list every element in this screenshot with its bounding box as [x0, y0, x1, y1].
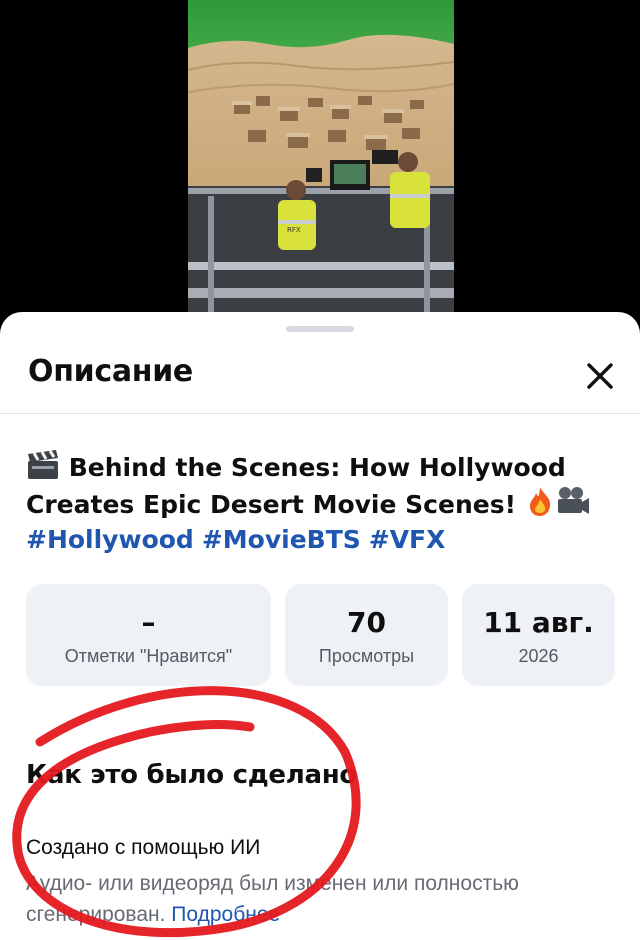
ai-disclosure-heading: Создано с помощью ИИ: [26, 836, 261, 859]
hashtag-link[interactable]: #MovieBTS: [202, 525, 361, 554]
video-player[interactable]: RFX: [0, 0, 640, 330]
stats-row: – Отметки "Нравится" 70 Просмотры 11 авг…: [26, 584, 616, 686]
video-thumbnail: RFX: [188, 0, 454, 312]
fire-icon: [529, 487, 550, 516]
sheet-header: Описание: [0, 340, 640, 414]
clapper-icon: [28, 450, 58, 479]
views-stat-card: 70 Просмотры: [285, 584, 448, 686]
likes-stat-card: – Отметки "Нравится": [26, 584, 271, 686]
date-stat-card: 11 авг. 2026: [462, 584, 615, 686]
likes-count: –: [141, 606, 156, 639]
views-label: Просмотры: [318, 646, 415, 666]
hashtag-link[interactable]: #VFX: [369, 525, 446, 554]
video-frame[interactable]: RFX: [188, 0, 454, 312]
camera-icon: [557, 487, 589, 514]
publish-date: 11 авг.: [483, 606, 594, 639]
publish-year: 2026: [518, 646, 559, 666]
hashtag-link[interactable]: #Hollywood: [26, 525, 194, 554]
video-title-text: Behind the Scenes: How Hollywood Creates…: [26, 453, 566, 519]
how-made-title: Как это было сделано: [26, 760, 357, 790]
sheet-drag-handle[interactable]: [286, 326, 354, 332]
ai-disclosure-text: Аудио- или видеоряд был изменен или полн…: [26, 868, 606, 930]
sheet-title: Описание: [28, 354, 193, 389]
close-button[interactable]: [578, 354, 622, 398]
video-title: Behind the Scenes: How Hollywood Creates…: [26, 450, 616, 557]
close-icon: [587, 363, 613, 389]
vest-label: RFX: [287, 226, 301, 234]
likes-label: Отметки "Нравится": [64, 646, 233, 666]
hashtag-list: #Hollywood #MovieBTS #VFX: [26, 522, 616, 557]
views-count: 70: [347, 606, 386, 639]
description-sheet: Описание Behind the Scenes: How Hollywoo…: [0, 312, 640, 940]
learn-more-link[interactable]: Подробнее: [171, 903, 280, 926]
